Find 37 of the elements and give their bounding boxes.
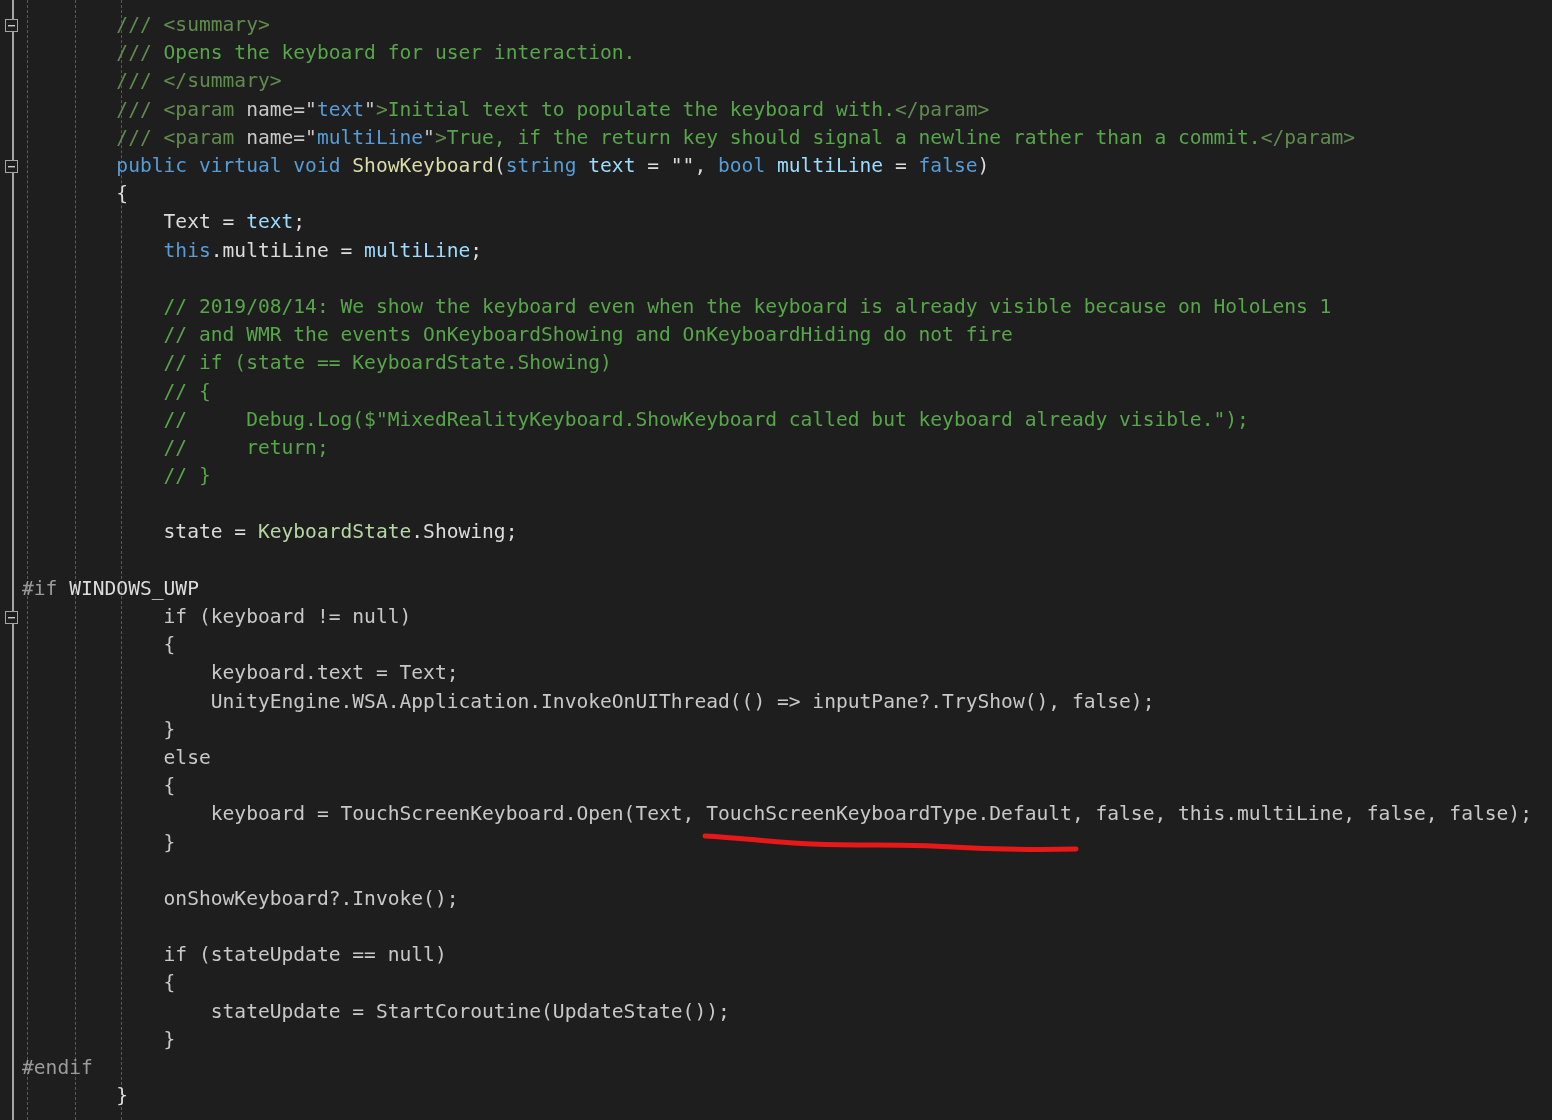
code-line: // Debug.Log($"MixedRealityKeyboard.ShowKeyboard called but keyboard already visible."); [162,406,1249,433]
code-line: } [162,1026,176,1053]
code-line: { [162,970,176,997]
code-line: if (stateUpdate == null) [162,942,447,969]
code-line: public virtual void ShowKeyboard(string text = "", bool multiLine = false) [115,153,990,180]
code-line: if (keyboard != null) [162,604,412,631]
code-line: state = KeyboardState.Showing; [162,519,518,546]
code-line: { [162,632,176,659]
code-line: keyboard = TouchScreenKeyboard.Open(Text, TouchScreenKeyboardType.Default, false, this.multiLine, false, false); [209,801,1532,828]
code-line: { [162,773,176,800]
code-line: /// <param name="multiLine">True, if the return key should signal a newline rather than a commit.</param> [115,124,1356,151]
code-line: } [162,716,176,743]
code-line: // } [162,463,211,490]
code-line: // and WMR the events OnKeyboardShowing and OnKeyboardHiding do not fire [162,322,1013,349]
code-line: onShowKeyboard?.Invoke(); [162,885,459,912]
code-line: #endif [22,1055,93,1082]
code-line: // return; [162,434,329,461]
code-line: Text = text; [162,209,306,236]
code-line: /// </summary> [115,68,282,95]
collapse-icon[interactable] [5,18,18,32]
code-line: #if WINDOWS_UWP [22,575,199,602]
code-line: keyboard.text = Text; [209,660,459,687]
code-line: /// <param name="text">Initial text to populate the keyboard with.</param> [115,96,990,123]
collapse-icon[interactable] [5,610,18,624]
code-line: // 2019/08/14: We show the keyboard even when the keyboard is already visible because on HoloLens 1 [162,293,1332,320]
code-line: // if (state == KeyboardState.Showing) [162,350,612,377]
code-line: // { [162,378,211,405]
code-line: else [162,744,211,771]
code-line: UnityEngine.WSA.Application.InvokeOnUIThread(() => inputPane?.TryShow(), false); [209,688,1155,715]
code-line: } [115,1083,129,1110]
code-line: /// <summary> [115,12,270,39]
code-line: stateUpdate = StartCoroutine(UpdateState()); [209,998,730,1025]
code-line: { [115,181,129,208]
code-line: /// Opens the keyboard for user interaction. [115,40,636,67]
code-line: } [162,829,176,856]
collapse-icon[interactable] [5,159,18,173]
code-line: this.multiLine = multiLine; [162,237,483,264]
